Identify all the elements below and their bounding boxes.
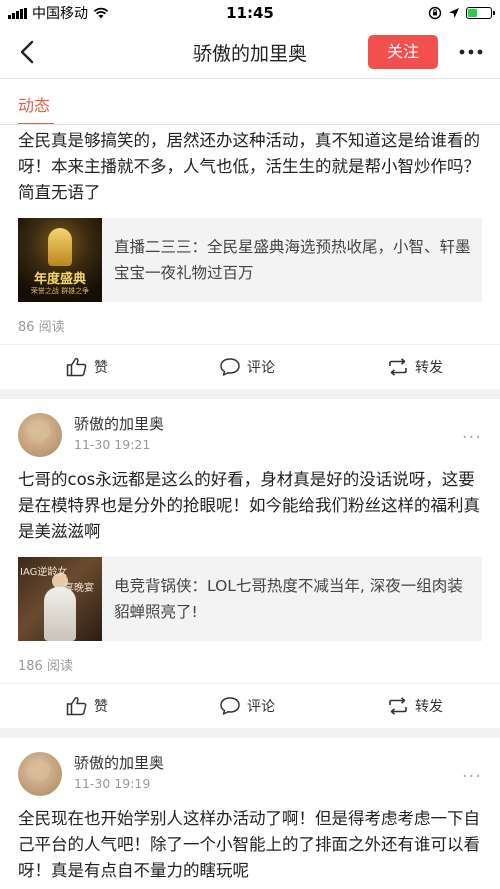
thumbnail-caption: 年度盛典	[33, 272, 86, 287]
comment-button[interactable]: 评论	[219, 684, 275, 728]
thumbnail-subcaption: 享晚宴	[64, 583, 94, 594]
post-more-icon[interactable]: ···	[462, 766, 482, 787]
thumbnail-subcaption: 荣誉之战 群雄之争	[30, 287, 90, 295]
post-author-row: 骄傲的加里奥 11-30 19:21 ···	[0, 399, 500, 461]
post-author-row: 骄傲的加里奥 11-30 19:19 ···	[0, 738, 500, 800]
repost-button[interactable]: 转发	[387, 345, 443, 389]
repost-label: 转发	[415, 699, 443, 715]
repost-icon	[389, 358, 407, 376]
location-icon	[449, 8, 459, 18]
like-button[interactable]: 赞	[66, 345, 108, 389]
follow-button[interactable]: 关注	[368, 35, 438, 69]
nav-header: 骄傲的加里奥 关注	[0, 26, 500, 78]
action-bar: 赞 评论 转发	[0, 345, 500, 389]
article-thumbnail: IAG逆龄女 享晚宴	[18, 557, 102, 641]
author-name[interactable]: 骄傲的加里奥	[74, 413, 164, 434]
feed-separator	[0, 728, 500, 738]
post: 骄傲的加里奥 11-30 19:21 ··· 七哥的cos永远都是这么的好看，身…	[0, 399, 500, 728]
feed-separator	[0, 389, 500, 399]
post: 骄傲的加里奥 11-30 19:19 ··· 全民现在也开始学别人这样办活动了啊…	[0, 738, 500, 884]
post-text: 七哥的cos永远都是这么的好看，身材真是好的没话说呀，这要是在模特界也是分外的抢…	[18, 470, 480, 541]
shared-article-card[interactable]: IAG逆龄女 享晚宴 电竞背锅侠：LOL七哥热度不减当年, 深夜一组肉装貂蝉照亮…	[18, 557, 482, 641]
post: 全民真是够搞笑的，居然还办这种活动，真不知道这是给谁看的呀！本来主播就不多，人气…	[0, 125, 500, 389]
article-title: 直播二三三：全民星盛典海选预热收尾，小智、轩墨宝宝一夜礼物过百万	[114, 238, 471, 282]
repost-label: 转发	[415, 360, 443, 376]
like-label: 赞	[94, 360, 108, 376]
status-time: 11:45	[226, 4, 274, 22]
article-title: 电竞背锅侠：LOL七哥热度不减当年, 深夜一组肉装貂蝉照亮了!	[114, 577, 463, 621]
tab-dynamics[interactable]: 动态	[18, 92, 50, 116]
repost-icon	[389, 697, 407, 715]
tab-bar: 动态	[0, 79, 500, 125]
author-name[interactable]: 骄傲的加里奥	[74, 752, 164, 773]
avatar[interactable]	[18, 413, 62, 457]
article-thumbnail: 年度盛典 荣誉之战 群雄之争	[18, 218, 102, 302]
shared-article-card[interactable]: 年度盛典 荣誉之战 群雄之争 直播二三三：全民星盛典海选预热收尾，小智、轩墨宝宝…	[18, 218, 482, 302]
more-icon[interactable]	[456, 40, 486, 64]
feed: 全民真是够搞笑的，居然还办这种活动，真不知道这是给谁看的呀！本来主播就不多，人气…	[0, 125, 500, 884]
post-timestamp: 11-30 19:19	[74, 776, 151, 791]
thumbnail-caption: IAG逆龄女	[20, 567, 68, 578]
comment-button[interactable]: 评论	[219, 345, 275, 389]
action-bar: 赞 评论 转发	[0, 684, 500, 728]
comment-label: 评论	[247, 360, 275, 376]
post-timestamp: 11-30 19:21	[74, 437, 151, 452]
like-label: 赞	[94, 699, 108, 715]
like-icon	[66, 696, 87, 716]
avatar[interactable]	[18, 752, 62, 796]
comment-icon	[220, 697, 240, 715]
post-more-icon[interactable]: ···	[462, 427, 482, 448]
status-bar: 中国移动 11:45	[0, 0, 500, 26]
like-button[interactable]: 赞	[66, 684, 108, 728]
comment-icon	[220, 358, 240, 376]
battery-icon	[466, 7, 495, 19]
comment-label: 评论	[247, 699, 275, 715]
like-icon	[66, 357, 87, 377]
read-count: 86 阅读	[18, 320, 65, 335]
lock-rotation-icon	[428, 6, 442, 20]
read-count: 186 阅读	[18, 659, 73, 674]
repost-button[interactable]: 转发	[387, 684, 443, 728]
post-text: 全民现在也开始学别人这样办活动了啊！但是得考虑考虑一下自己平台的人气吧！除了一个…	[18, 809, 480, 880]
post-text: 全民真是够搞笑的，居然还办这种活动，真不知道这是给谁看的呀！本来主播就不多，人气…	[18, 131, 480, 202]
